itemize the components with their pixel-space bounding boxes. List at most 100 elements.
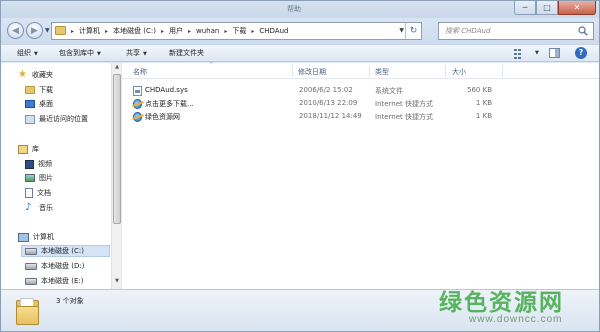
sort-ascending-icon: ^: [209, 62, 214, 68]
maximize-button[interactable]: □: [536, 1, 558, 15]
sidebar-item-label: 图片: [39, 174, 53, 182]
file-size: 1 KB: [475, 99, 492, 107]
breadcrumb-users[interactable]: 用户: [169, 26, 183, 36]
breadcrumb-downloads[interactable]: 下载: [232, 26, 246, 36]
sidebar-item-desktop[interactable]: 桌面: [25, 98, 53, 110]
breadcrumb-chevron-icon[interactable]: ▸: [161, 28, 164, 35]
include-in-library-label: 包含到库中: [59, 49, 94, 57]
folder-icon: [16, 298, 39, 325]
sidebar-item-label: 本地磁盘 (C:): [41, 247, 84, 255]
window-title: 帮助: [287, 5, 301, 13]
navigation-pane: ★ 收藏夹 下载 桌面 最近访问的位置 库 视频 图片 文档 ♪ 音乐 计算机 …: [1, 63, 121, 289]
breadcrumb-computer[interactable]: 计算机: [79, 26, 100, 36]
column-header-name[interactable]: 名称: [133, 67, 147, 77]
pictures-icon: [25, 174, 35, 182]
caption-buttons: ─ □ ✕: [514, 1, 596, 16]
title-bar[interactable]: 帮助 ─ □ ✕: [1, 1, 599, 18]
column-header-date[interactable]: 修改日期: [298, 67, 326, 77]
search-placeholder: 搜索 CHDAud: [445, 27, 491, 35]
sidebar-item-label: 桌面: [39, 100, 53, 108]
sidebar-item-drive-d[interactable]: 本地磁盘 (D:): [25, 260, 84, 272]
navigation-scrollbar[interactable]: ▲ ▼: [111, 63, 121, 289]
file-name: CHDAud.sys: [145, 86, 188, 94]
scroll-down-arrow-icon[interactable]: ▼: [113, 278, 121, 287]
sidebar-item-recent-places[interactable]: 最近访问的位置: [25, 113, 88, 125]
breadcrumb-chevron-icon[interactable]: ▸: [105, 28, 108, 35]
recent-pages-dropdown-icon[interactable]: ▼: [45, 27, 50, 34]
breadcrumb-local-disk-c[interactable]: 本地磁盘 (C:): [113, 26, 156, 36]
column-header-type[interactable]: 类型: [375, 67, 389, 77]
sidebar-item-videos[interactable]: 视频: [25, 158, 52, 170]
table-row[interactable]: 绿色资源网 2018/11/12 14:49 Internet 快捷方式 1 K…: [122, 111, 599, 123]
sidebar-item-documents[interactable]: 文档: [25, 187, 51, 199]
sidebar-item-drive-e[interactable]: 本地磁盘 (E:): [25, 275, 83, 287]
sidebar-item-label: 本地磁盘 (D:): [41, 262, 85, 270]
share-button[interactable]: 共享 ▼: [126, 48, 147, 58]
organize-label: 组织: [17, 49, 31, 57]
dropdown-arrow-icon: ▼: [143, 51, 147, 57]
minimize-button[interactable]: ─: [514, 1, 536, 15]
internet-shortcut-icon: [133, 99, 142, 109]
forward-button[interactable]: ▶: [26, 22, 43, 39]
sidebar-item-label: 计算机: [33, 233, 54, 241]
breadcrumb-chdaud[interactable]: CHDAud: [259, 27, 288, 35]
column-divider[interactable]: [369, 65, 370, 77]
file-type: 系统文件: [375, 87, 403, 95]
change-view-icon[interactable]: [514, 48, 530, 59]
scroll-up-arrow-icon[interactable]: ▲: [113, 64, 121, 73]
videos-icon: [25, 159, 34, 169]
address-history-dropdown-icon[interactable]: ▼: [399, 27, 404, 34]
file-name: 绿色资源网: [145, 113, 180, 121]
internet-shortcut-icon: [133, 112, 142, 122]
table-row[interactable]: 点击更多下载... 2010/6/13 22:09 Internet 快捷方式 …: [122, 98, 599, 110]
view-options-dropdown-icon[interactable]: ▼: [532, 48, 539, 56]
sidebar-item-music[interactable]: ♪ 音乐: [25, 202, 53, 214]
breadcrumb-root-chevron-icon[interactable]: ▸: [71, 28, 74, 35]
sidebar-item-downloads[interactable]: 下载: [25, 84, 53, 96]
search-input[interactable]: 搜索 CHDAud: [438, 22, 594, 40]
documents-icon: [25, 188, 33, 198]
back-button[interactable]: ◀: [7, 22, 24, 39]
file-date: 2018/11/12 14:49: [299, 112, 362, 120]
sidebar-item-pictures[interactable]: 图片: [25, 172, 53, 184]
desktop-icon: [25, 100, 35, 108]
downloads-folder-icon: [25, 86, 35, 94]
help-icon[interactable]: ?: [575, 47, 587, 59]
preview-pane-icon[interactable]: [549, 48, 560, 58]
column-divider[interactable]: [502, 65, 503, 77]
breadcrumb: ▸ 计算机 ▸ 本地磁盘 (C:) ▸ 用户 ▸ wuhan ▸ 下载 ▸ CH…: [71, 26, 288, 36]
breadcrumb-chevron-icon[interactable]: ▸: [188, 28, 191, 35]
sidebar-item-drive-c[interactable]: 本地磁盘 (C:): [21, 245, 110, 257]
share-label: 共享: [126, 49, 140, 57]
sidebar-item-label: 视频: [38, 160, 52, 168]
item-count: 3 个对象: [56, 297, 84, 305]
sidebar-item-label: 本地磁盘 (E:): [41, 277, 84, 285]
close-button[interactable]: ✕: [558, 1, 596, 15]
address-bar[interactable]: ▸ 计算机 ▸ 本地磁盘 (C:) ▸ 用户 ▸ wuhan ▸ 下载 ▸ CH…: [51, 22, 422, 40]
column-header-size[interactable]: 大小: [452, 67, 466, 77]
sidebar-item-favorites[interactable]: ★ 收藏夹: [18, 69, 53, 81]
search-icon[interactable]: [578, 26, 588, 36]
sidebar-item-computer[interactable]: 计算机: [18, 231, 54, 243]
folder-front: [16, 306, 39, 325]
refresh-button[interactable]: ↻: [405, 23, 421, 39]
table-row[interactable]: CHDAud.sys 2006/6/2 15:02 系统文件 560 KB: [122, 85, 599, 97]
column-divider[interactable]: [292, 65, 293, 77]
sidebar-item-libraries[interactable]: 库: [18, 143, 39, 155]
star-icon: ★: [18, 69, 27, 80]
file-size: 560 KB: [467, 86, 492, 94]
file-type: Internet 快捷方式: [375, 113, 434, 121]
include-in-library-button[interactable]: 包含到库中 ▼: [59, 48, 101, 58]
libraries-icon: [18, 144, 28, 154]
breadcrumb-chevron-icon[interactable]: ▸: [224, 28, 227, 35]
organize-button[interactable]: 组织 ▼: [17, 48, 38, 58]
breadcrumb-wuhan[interactable]: wuhan: [196, 27, 219, 35]
column-divider[interactable]: [445, 65, 446, 77]
hard-drive-icon: [25, 262, 37, 270]
dropdown-arrow-icon: ▼: [97, 51, 101, 57]
sidebar-item-label: 文档: [37, 189, 51, 197]
scrollbar-thumb[interactable]: [113, 74, 121, 224]
file-type: Internet 快捷方式: [375, 100, 434, 108]
new-folder-button[interactable]: 新建文件夹: [169, 48, 204, 58]
breadcrumb-chevron-icon[interactable]: ▸: [251, 28, 254, 35]
